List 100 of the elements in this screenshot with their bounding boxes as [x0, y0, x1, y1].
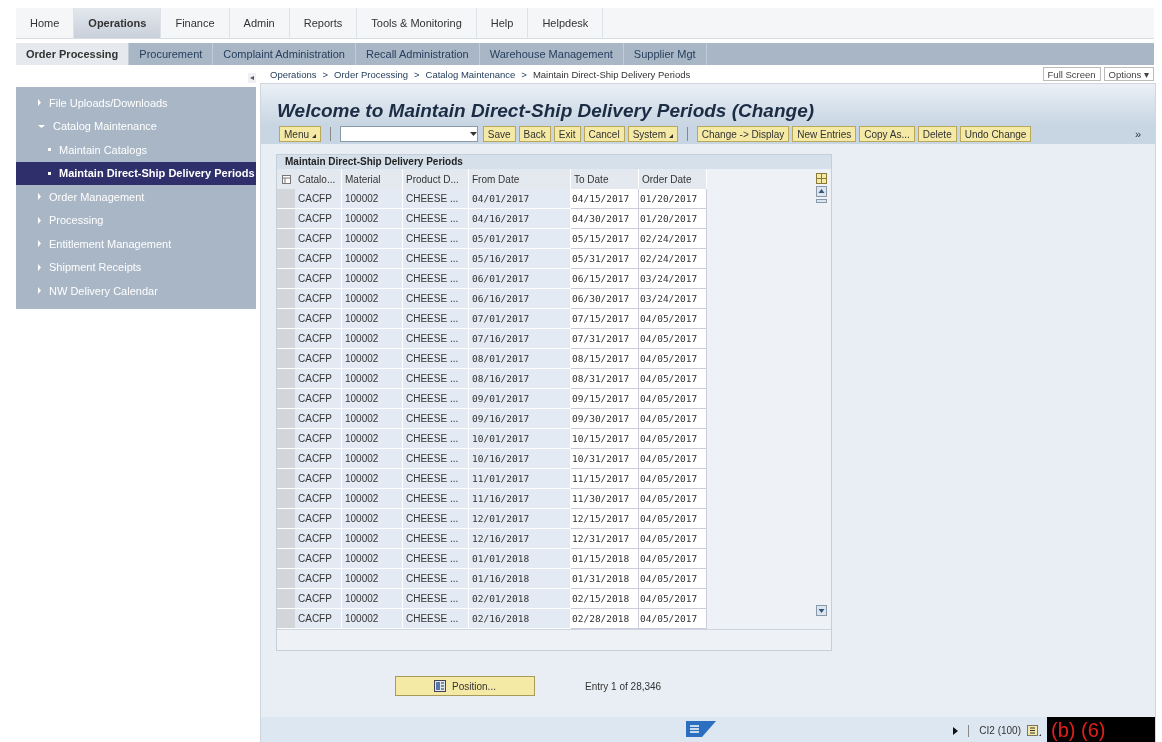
status-menu-icon[interactable]: [1027, 724, 1041, 737]
row-selector[interactable]: [277, 429, 295, 449]
table-cell: CACFP: [295, 189, 342, 209]
breadcrumb-link[interactable]: Operations: [270, 68, 317, 80]
table-cell: CHEESE ...: [403, 409, 469, 429]
view-button[interactable]: Options ▾: [1103, 67, 1154, 81]
toolbar-button[interactable]: New Entries: [792, 126, 857, 142]
table-cell: 100002: [342, 249, 403, 269]
breadcrumb-link[interactable]: Order Processing: [334, 68, 408, 80]
row-selector[interactable]: [277, 389, 295, 409]
entry-count: Entry 1 of 28,346: [585, 680, 662, 692]
table-settings-icon[interactable]: [281, 174, 291, 184]
row-selector[interactable]: [277, 189, 295, 209]
row-selector[interactable]: [277, 369, 295, 389]
toolbar-button[interactable]: Exit: [553, 126, 581, 142]
scroll-down-icon[interactable]: [815, 605, 827, 616]
toolbar-button[interactable]: System: [627, 126, 678, 142]
row-selector[interactable]: [277, 489, 295, 509]
nav-tab[interactable]: Finance: [161, 8, 230, 38]
sub-tab[interactable]: Recall Administration: [356, 43, 480, 65]
toolbar-button[interactable]: Menu: [279, 126, 321, 142]
row-selector[interactable]: [277, 469, 295, 489]
expand-arrow-icon[interactable]: [953, 726, 959, 735]
view-button[interactable]: Full Screen: [1042, 67, 1101, 81]
position-button[interactable]: Position...: [395, 676, 535, 696]
table-cell: 100002: [342, 569, 403, 589]
table-cell: 100002: [342, 509, 403, 529]
row-selector[interactable]: [277, 329, 295, 349]
row-selector[interactable]: [277, 549, 295, 569]
row-selector[interactable]: [277, 269, 295, 289]
table-cell: 08/16/2017: [469, 369, 571, 389]
collapse-button[interactable]: ◂: [248, 73, 256, 83]
column-header[interactable]: Order Date: [639, 169, 707, 189]
row-selector[interactable]: [277, 289, 295, 309]
row-selector[interactable]: [277, 249, 295, 269]
row-selector[interactable]: [277, 509, 295, 529]
column-header[interactable]: Material: [342, 169, 403, 189]
table-cell: 04/05/2017: [639, 369, 707, 389]
row-selector[interactable]: [277, 309, 295, 329]
sub-tab[interactable]: Supplier Mgt: [623, 43, 707, 65]
table-cell: CACFP: [295, 609, 342, 629]
breadcrumb-link[interactable]: Catalog Maintenance: [425, 68, 516, 80]
nav-tab[interactable]: Admin: [229, 8, 290, 38]
sub-tab[interactable]: Complaint Administration: [213, 43, 356, 65]
row-selector[interactable]: [277, 409, 295, 429]
column-header[interactable]: Product D...: [403, 169, 469, 189]
nav-tab[interactable]: Tools & Monitoring: [357, 8, 477, 38]
table-cell: CHEESE ...: [403, 509, 469, 529]
more-button[interactable]: »: [1128, 127, 1147, 141]
table-cell: CHEESE ...: [403, 569, 469, 589]
table-cell: 01/15/2018: [571, 549, 639, 569]
sub-tab[interactable]: Procurement: [129, 43, 214, 65]
table-cell: CHEESE ...: [403, 389, 469, 409]
table-cell: CHEESE ...: [403, 289, 469, 309]
row-selector[interactable]: [277, 449, 295, 469]
row-selector[interactable]: [277, 569, 295, 589]
column-layout-icon[interactable]: [815, 173, 827, 184]
row-selector[interactable]: [277, 589, 295, 609]
table-cell: 100002: [342, 289, 403, 309]
toolbar-button[interactable]: Back: [518, 126, 551, 142]
table-cell: 06/16/2017: [469, 289, 571, 309]
row-selector[interactable]: [277, 529, 295, 549]
command-field[interactable]: [339, 126, 478, 142]
toolbar-button[interactable]: Undo Change: [959, 126, 1032, 142]
redaction-label: (b) (6): [1047, 717, 1155, 742]
table-cell: CACFP: [295, 209, 342, 229]
table-cell: 100002: [342, 389, 403, 409]
toolbar-button[interactable]: Copy As...: [859, 126, 915, 142]
row-selector[interactable]: [277, 349, 295, 369]
table-cell: CHEESE ...: [403, 309, 469, 329]
table-cell: 07/15/2017: [571, 309, 639, 329]
nav-tab[interactable]: Operations: [74, 8, 162, 38]
table-cell: 05/01/2017: [469, 229, 571, 249]
table-cell: CACFP: [295, 289, 342, 309]
table-cell: 04/05/2017: [639, 589, 707, 609]
menu-caret-icon: [668, 133, 673, 138]
toolbar-button[interactable]: Cancel: [583, 126, 625, 142]
column-header[interactable]: Catalo...: [295, 169, 342, 189]
row-selector[interactable]: [277, 209, 295, 229]
table-cell: 07/31/2017: [571, 329, 639, 349]
table-cell: CHEESE ...: [403, 469, 469, 489]
toolbar-button[interactable]: Save: [482, 126, 516, 142]
scroll-thumb-icon[interactable]: [815, 199, 827, 203]
table-cell: CACFP: [295, 389, 342, 409]
sub-tab[interactable]: Order Processing: [16, 43, 130, 65]
bullet-icon: [48, 148, 51, 152]
column-header[interactable]: From Date: [469, 169, 571, 189]
scroll-up-icon[interactable]: [815, 186, 827, 197]
toolbar-button[interactable]: Change -> Display: [696, 126, 790, 142]
sidebar-item[interactable]: Maintain Direct-Ship Delivery Periods: [16, 161, 256, 185]
table-cell: 02/01/2018: [469, 589, 571, 609]
row-selector[interactable]: [277, 229, 295, 249]
toolbar-button[interactable]: Delete: [917, 126, 957, 142]
table-cell: 01/20/2017: [639, 189, 707, 209]
column-header[interactable]: To Date: [571, 169, 639, 189]
row-selector[interactable]: [277, 609, 295, 629]
sub-tab[interactable]: Warehouse Management: [479, 43, 624, 65]
nav-tab[interactable]: Reports: [289, 8, 358, 38]
nav-tab[interactable]: Help: [476, 8, 529, 38]
nav-tab[interactable]: Helpdesk: [528, 8, 604, 38]
